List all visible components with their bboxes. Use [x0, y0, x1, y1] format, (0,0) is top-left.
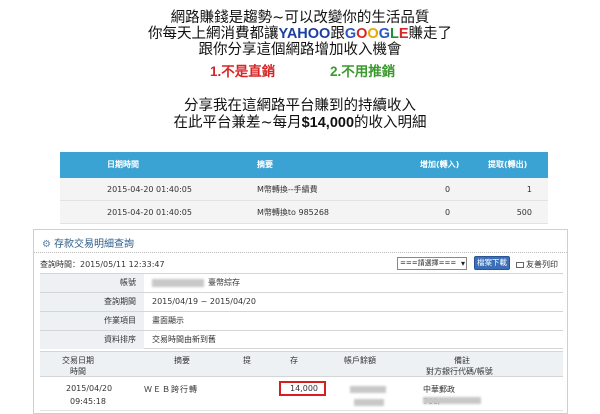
print-link[interactable]: 友善列印	[516, 259, 558, 270]
col-balance: 帳戶餘額	[344, 356, 376, 365]
transaction-header-row: 交易日期 時間 摘要 提 存 帳戶餘額 備註 對方銀行代碼/帳號	[40, 351, 563, 377]
masked-account-number	[152, 278, 204, 287]
col-added: 增加(轉入)	[420, 160, 460, 169]
query-info-table: 帳號 臺幣綜存 查詢期間 2015/04/19 ~ 2015/04/20 作業項…	[40, 273, 563, 349]
col-deposit: 存	[290, 356, 298, 365]
income-line-2: 在此平台兼差~每月$14,000的收入明細	[173, 115, 427, 131]
promo-line-2: 你每天上網消費都讓YAHOO跟GOOGLE賺走了	[148, 26, 452, 42]
table-row: 2015-04-20 01:40:05 M幣轉換--手續費 0 1	[60, 178, 548, 201]
income-amount: $14,000	[301, 115, 355, 131]
promo-headline: 網路賺錢是趨勢~可以改變你的生活品質 你每天上網消費都讓YAHOO跟GOOGLE…	[0, 10, 600, 58]
query-time: 查詢時間：2015/05/11 12:33:47	[40, 260, 165, 269]
reason-not-mlm: 1.不是直銷	[210, 64, 276, 79]
earnings-header-row: 日期時間 摘要 增加(轉入) 提取(轉出)	[60, 152, 548, 178]
col-time: 時間	[70, 367, 86, 376]
info-row-operation: 作業項目 畫面顯示	[40, 311, 563, 330]
col-note-sub: 對方銀行代碼/帳號	[426, 367, 493, 376]
col-summary: 摘要	[257, 160, 273, 169]
col-date: 交易日期	[62, 356, 94, 365]
yahoo-text: YAHOO	[278, 26, 331, 42]
col-datetime: 日期時間	[107, 160, 139, 169]
col-summary: 摘要	[174, 356, 190, 365]
download-button[interactable]: 檔案下載	[474, 256, 510, 270]
income-headline: 分享我在這網路平台賺到的持續收入 在此平台兼差~每月$14,000的收入明細	[0, 98, 600, 132]
panel-title: ⚙ 存款交易明細查詢	[42, 239, 134, 250]
deposit-amount: 14,000	[290, 384, 318, 393]
earnings-table: 日期時間 摘要 增加(轉入) 提取(轉出) 2015-04-20 01:40:0…	[60, 152, 548, 228]
reason-no-selling: 2.不用推銷	[330, 64, 396, 79]
col-withdraw: 提	[243, 356, 251, 365]
promo-line-3: 跟你分享這個網路增加收入機會	[198, 42, 402, 58]
printer-icon	[516, 261, 524, 268]
col-withdrawn: 提取(轉出)	[488, 160, 528, 169]
promo-line-1: 網路賺錢是趨勢~可以改變你的生活品質	[170, 10, 430, 26]
col-note: 備註	[454, 356, 470, 365]
divider	[34, 252, 567, 253]
promo-reasons: 1.不是直銷 2.不用推銷	[0, 60, 600, 79]
income-line-1: 分享我在這網路平台賺到的持續收入	[184, 98, 416, 114]
transaction-table: 交易日期 時間 摘要 提 存 帳戶餘額 備註 對方銀行代碼/帳號 2015/04…	[40, 351, 563, 411]
info-row-period: 查詢期間 2015/04/19 ~ 2015/04/20	[40, 292, 563, 311]
info-row-sort: 資料排序 交易時間由新到舊	[40, 330, 563, 349]
bank-statement-panel: ⚙ 存款交易明細查詢 查詢時間：2015/05/11 12:33:47 ===請選…	[33, 229, 568, 414]
option-select[interactable]: ===請選擇===	[397, 257, 467, 270]
table-row: 2015-04-20 01:40:05 M幣轉換to 985268 0 500	[60, 201, 548, 224]
gear-icon: ⚙	[42, 239, 51, 250]
masked-account	[423, 397, 481, 404]
table-row: 2015/04/20 09:45:18 ＷＥＢ跨行轉 14,000 中華郵政 7…	[40, 377, 563, 411]
info-row-account: 帳號 臺幣綜存	[40, 273, 563, 292]
